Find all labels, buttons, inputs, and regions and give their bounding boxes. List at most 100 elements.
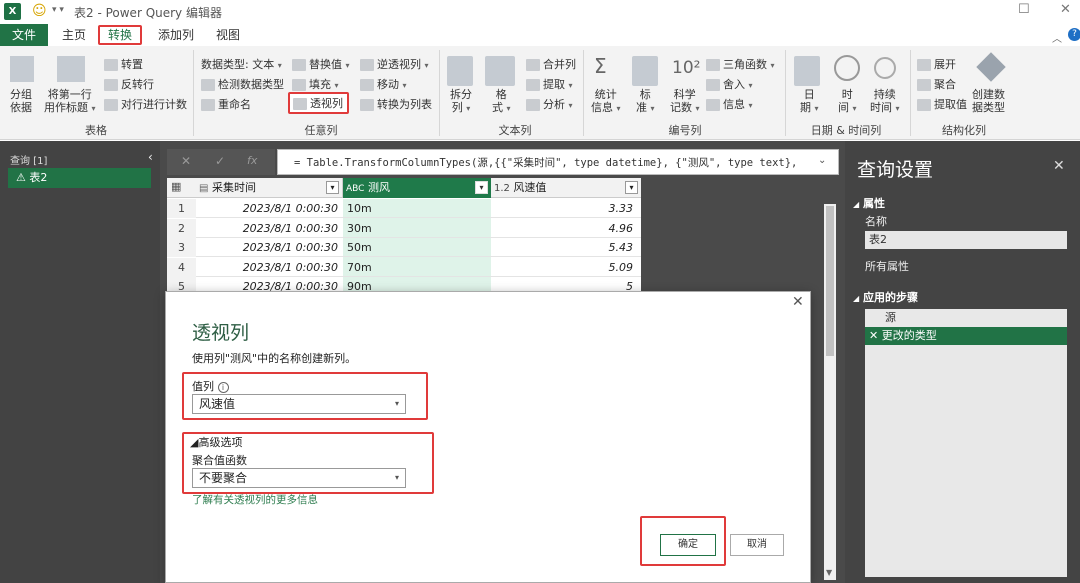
table-row[interactable]: 2 2023/8/1 0:00:30 30m 4.96 — [167, 219, 641, 238]
cell-speed[interactable]: 5.09 — [491, 258, 637, 277]
pivot-column-button[interactable]: 透视列 — [288, 92, 349, 114]
cancel-formula-icon[interactable]: ✕ — [181, 154, 191, 168]
data-type-dropdown[interactable]: 数据类型: 文本 ▾ — [201, 56, 282, 72]
duration-button[interactable]: 持续 时间 ▾ — [870, 88, 900, 115]
column-header-wind[interactable]: ABC 测风 ▾ — [343, 178, 491, 198]
clock-icon — [834, 55, 860, 81]
help-icon[interactable]: ? — [1068, 28, 1080, 41]
all-properties-link[interactable]: 所有属性 — [865, 258, 909, 274]
cell-time[interactable]: 2023/8/1 0:00:30 — [196, 258, 341, 277]
quick-access-dropdown-icon[interactable]: ▾ ▾ — [52, 5, 64, 15]
close-pane-icon[interactable]: ✕ — [1053, 158, 1065, 174]
applied-steps-header[interactable]: ◢ 应用的步骤 — [853, 289, 918, 305]
detect-data-type-button[interactable]: 检测数据类型 — [201, 76, 284, 92]
learn-more-link[interactable]: 了解有关透视列的更多信息 — [192, 492, 318, 507]
tab-transform[interactable]: 转换 — [98, 25, 143, 45]
row-number[interactable]: 3 — [167, 238, 196, 257]
column-header-speed[interactable]: 1.2 风速值 ▾ — [491, 178, 641, 198]
move-button[interactable]: 移动 ▾ — [360, 76, 407, 92]
cancel-button[interactable]: 取消 — [730, 534, 784, 556]
info-icon[interactable]: i — [217, 382, 229, 393]
collapse-pane-icon[interactable]: ‹ — [148, 150, 153, 164]
count-rows-button[interactable]: 对行进行计数 — [104, 96, 187, 112]
delete-step-icon[interactable]: ✕ — [869, 329, 878, 342]
first-row-header-icon — [57, 56, 85, 82]
cell-wind[interactable]: 30m — [343, 219, 489, 238]
split-column-button[interactable]: 拆分列 ▾ — [450, 88, 472, 115]
replace-values-button[interactable]: 替换值 ▾ — [292, 56, 350, 72]
time-button[interactable]: 时间 ▾ — [838, 88, 857, 115]
close-window-icon[interactable]: ✕ — [1060, 2, 1071, 17]
rename-button[interactable]: 重命名 — [201, 96, 251, 112]
values-column-select[interactable]: 风速值 ▾ — [192, 394, 406, 414]
close-dialog-icon[interactable]: ✕ — [792, 294, 804, 310]
fill-button[interactable]: 填充 ▾ — [292, 76, 339, 92]
extract-values-button[interactable]: 提取值 — [917, 96, 967, 112]
use-first-row-button[interactable]: 将第一行 用作标题 ▾ — [44, 88, 96, 115]
smiley-feedback-icon[interactable]: ☺ — [32, 3, 47, 19]
query-item[interactable]: ⚠ 表2 — [8, 168, 151, 188]
statistics-button[interactable]: 统计 信息 ▾ — [591, 88, 621, 115]
aggregate-button[interactable]: 聚合 — [917, 76, 956, 92]
advanced-options-toggle[interactable]: ◢高级选项 — [190, 434, 242, 450]
tab-home[interactable]: 主页 — [52, 24, 96, 46]
query-name-input[interactable]: 表2 — [865, 231, 1067, 249]
commit-formula-icon[interactable]: ✓ — [215, 154, 225, 168]
vertical-scrollbar[interactable]: ▼ — [824, 204, 836, 580]
row-number[interactable]: 4 — [167, 258, 196, 277]
formula-bar[interactable]: = Table.TransformColumnTypes(源,{{"采集时间",… — [277, 149, 839, 175]
ok-button[interactable]: 确定 — [660, 534, 716, 556]
properties-header[interactable]: ◢ 属性 — [853, 195, 885, 211]
row-number[interactable]: 2 — [167, 219, 196, 238]
expand-formula-icon[interactable]: ⌄ — [818, 155, 826, 166]
table-row[interactable]: 1 2023/8/1 0:00:30 10m 3.33 — [167, 199, 641, 218]
merge-columns-button[interactable]: 合并列 — [526, 56, 576, 72]
cell-wind[interactable]: 10m — [343, 199, 489, 218]
cell-speed[interactable]: 5.43 — [491, 238, 637, 257]
step-item-selected[interactable]: ✕ 更改的类型 — [865, 327, 1067, 345]
tab-view[interactable]: 视图 — [206, 24, 250, 46]
row-number[interactable]: 1 — [167, 199, 196, 218]
filter-dropdown-icon[interactable]: ▾ — [475, 181, 488, 194]
tab-add-column[interactable]: 添加列 — [148, 24, 204, 46]
cell-time[interactable]: 2023/8/1 0:00:30 — [196, 219, 341, 238]
name-label: 名称 — [865, 215, 887, 228]
collapse-ribbon-icon[interactable]: ︿ — [1052, 30, 1062, 45]
trig-button[interactable]: 三角函数 ▾ — [706, 56, 775, 72]
aggregate-function-select[interactable]: 不要聚合 ▾ — [192, 468, 406, 488]
table-menu-icon[interactable]: ▦ — [171, 180, 181, 193]
scrollbar-thumb[interactable] — [826, 206, 834, 356]
maximize-icon[interactable]: ☐ — [1018, 2, 1030, 17]
expand-button[interactable]: 展开 — [917, 56, 956, 72]
reverse-rows-button[interactable]: 反转行 — [104, 76, 154, 92]
cell-speed[interactable]: 4.96 — [491, 219, 637, 238]
scroll-down-icon[interactable]: ▼ — [826, 568, 832, 577]
parse-button[interactable]: 分析 ▾ — [526, 96, 573, 112]
unpivot-columns-button[interactable]: 逆透视列 ▾ — [360, 56, 429, 72]
column-header-time[interactable]: ▤ 采集时间 ▾ — [196, 178, 343, 198]
cell-wind[interactable]: 50m — [343, 238, 489, 257]
cell-time[interactable]: 2023/8/1 0:00:30 — [196, 199, 341, 218]
group-by-button[interactable]: 分组 依据 — [10, 88, 32, 114]
rounding-button[interactable]: 舍入 ▾ — [706, 76, 753, 92]
create-data-type-button[interactable]: 创建数 据类型 — [972, 88, 1005, 114]
cell-wind[interactable]: 70m — [343, 258, 489, 277]
information-button[interactable]: 信息 ▾ — [706, 96, 753, 112]
cell-time[interactable]: 2023/8/1 0:00:30 — [196, 238, 341, 257]
format-button[interactable]: 格式 ▾ — [492, 88, 511, 115]
transpose-button[interactable]: 转置 — [104, 56, 143, 72]
date-button[interactable]: 日期 ▾ — [800, 88, 819, 115]
step-item[interactable]: 源 — [865, 309, 1067, 327]
convert-to-list-button[interactable]: 转换为列表 — [360, 96, 432, 112]
extract-button[interactable]: 提取 ▾ — [526, 76, 573, 92]
filter-dropdown-icon[interactable]: ▾ — [625, 181, 638, 194]
filter-dropdown-icon[interactable]: ▾ — [326, 181, 339, 194]
rename-icon — [201, 99, 215, 111]
table-row[interactable]: 4 2023/8/1 0:00:30 70m 5.09 — [167, 258, 641, 277]
cell-speed[interactable]: 3.33 — [491, 199, 637, 218]
scientific-icon: 10² — [672, 58, 701, 78]
table-row[interactable]: 3 2023/8/1 0:00:30 50m 5.43 — [167, 238, 641, 257]
scientific-button[interactable]: 科学 记数 ▾ — [670, 88, 700, 115]
tab-file[interactable]: 文件 — [0, 24, 48, 46]
standard-button[interactable]: 标准 ▾ — [636, 88, 655, 115]
